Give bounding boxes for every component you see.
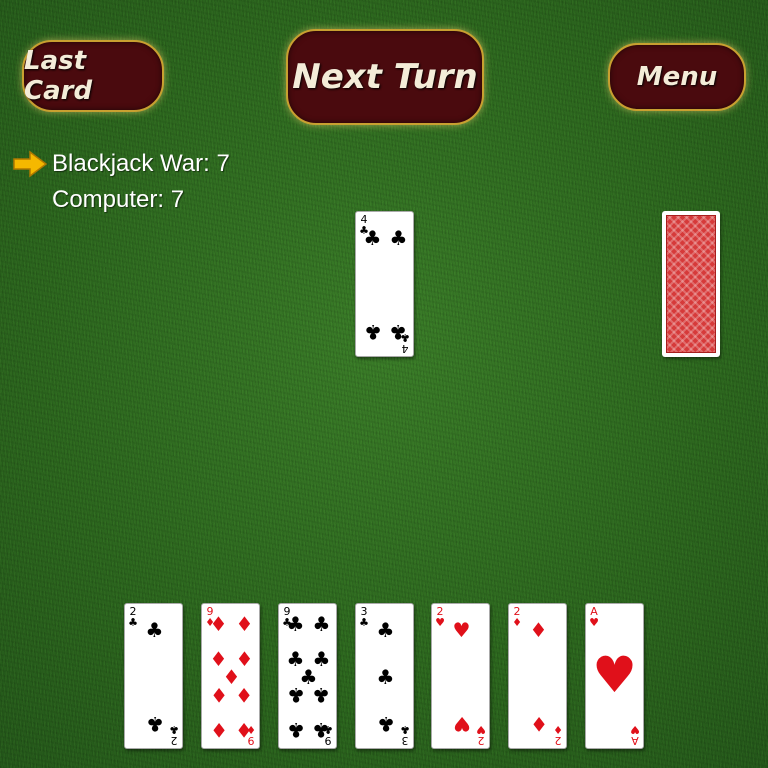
hand-card[interactable]: 2 ♣ 2 ♣ ♣ ♣: [124, 603, 183, 749]
hearts-icon: ♥: [435, 616, 445, 629]
clubs-icon: ♣: [376, 665, 395, 689]
score-row-computer: Computer: 7: [12, 182, 230, 218]
card-corner-index: 2 ♦: [552, 723, 564, 747]
clubs-icon: ♣: [312, 717, 331, 742]
clubs-icon: ♣: [363, 226, 382, 251]
card-corner-index: A ♥: [629, 723, 641, 747]
clubs-icon: ♣: [145, 618, 164, 643]
clubs-icon: ♣: [128, 616, 138, 629]
card-corner-index: A ♥: [588, 606, 600, 628]
card-corner-index: 2 ♥: [475, 723, 487, 747]
clubs-icon: ♣: [312, 682, 331, 707]
player-score-label: Blackjack War: 7: [52, 150, 230, 177]
card-corner-index: 3 ♣: [399, 723, 411, 747]
computer-score-label: Computer: 7: [52, 186, 185, 213]
clubs-icon: ♣: [169, 723, 179, 736]
score-row-player: Blackjack War: 7: [12, 146, 230, 182]
clubs-icon: ♣: [363, 319, 382, 344]
clubs-icon: ♣: [389, 226, 408, 251]
diamonds-icon: ♦: [209, 682, 228, 707]
clubs-icon: ♣: [389, 319, 408, 344]
hearts-icon: ♥: [452, 711, 471, 736]
diamonds-icon: ♦: [235, 682, 254, 707]
clubs-icon: ♣: [286, 612, 305, 637]
hand-card[interactable]: 2 ♥ 2 ♥ ♥ ♥: [431, 603, 490, 749]
last-card-button[interactable]: Last Card: [22, 40, 164, 112]
next-turn-button[interactable]: Next Turn: [286, 29, 484, 125]
card-corner-index: 2 ♣: [127, 606, 139, 628]
hearts-icon: ♥: [589, 616, 599, 629]
card-corner-index: 2 ♥: [434, 606, 446, 628]
clubs-icon: ♣: [376, 618, 395, 643]
hand-card[interactable]: 2 ♦ 2 ♦ ♦ ♦: [508, 603, 567, 749]
diamonds-icon: ♦: [529, 618, 548, 643]
diamonds-icon: ♦: [235, 612, 254, 637]
scoreboard: Blackjack War: 7 Computer: 7: [12, 146, 230, 218]
diamonds-icon: ♦: [235, 717, 254, 742]
card-corner-index: 2 ♦: [511, 606, 523, 628]
diamonds-icon: ♦: [209, 612, 228, 637]
card-corner-index: 2 ♣: [168, 723, 180, 747]
played-card[interactable]: 4 ♣ 4 ♣ ♣ ♣ ♣ ♣: [355, 211, 414, 357]
hand-card[interactable]: A ♥ A ♥ ♥: [585, 603, 644, 749]
menu-button[interactable]: Menu: [608, 43, 746, 111]
hearts-icon: ♥: [476, 723, 486, 736]
hearts-icon: ♥: [630, 723, 640, 736]
hearts-icon: ♥: [452, 618, 471, 643]
hand-card[interactable]: 3 ♣ 3 ♣ ♣ ♣ ♣: [355, 603, 414, 749]
clubs-icon: ♣: [376, 711, 395, 736]
clubs-icon: ♣: [286, 682, 305, 707]
hearts-icon: ♥: [592, 646, 637, 704]
clubs-icon: ♣: [400, 723, 410, 736]
clubs-icon: ♣: [286, 717, 305, 742]
draw-deck[interactable]: [662, 211, 720, 357]
card-back-pattern: [666, 215, 716, 353]
diamonds-icon: ♦: [553, 723, 563, 736]
diamonds-icon: ♦: [529, 711, 548, 736]
hand-card[interactable]: 9 ♦ 9 ♦ ♦ ♦ ♦ ♦ ♦ ♦ ♦ ♦ ♦: [201, 603, 260, 749]
diamonds-icon: ♦: [512, 616, 522, 629]
hand-card[interactable]: 9 ♣ 9 ♣ ♣ ♣ ♣ ♣ ♣ ♣ ♣ ♣ ♣: [278, 603, 337, 749]
turn-arrow-icon: [12, 146, 52, 182]
clubs-icon: ♣: [145, 711, 164, 736]
clubs-icon: ♣: [359, 616, 369, 629]
clubs-icon: ♣: [312, 612, 331, 637]
diamonds-icon: ♦: [209, 717, 228, 742]
card-corner-index: 3 ♣: [358, 606, 370, 628]
